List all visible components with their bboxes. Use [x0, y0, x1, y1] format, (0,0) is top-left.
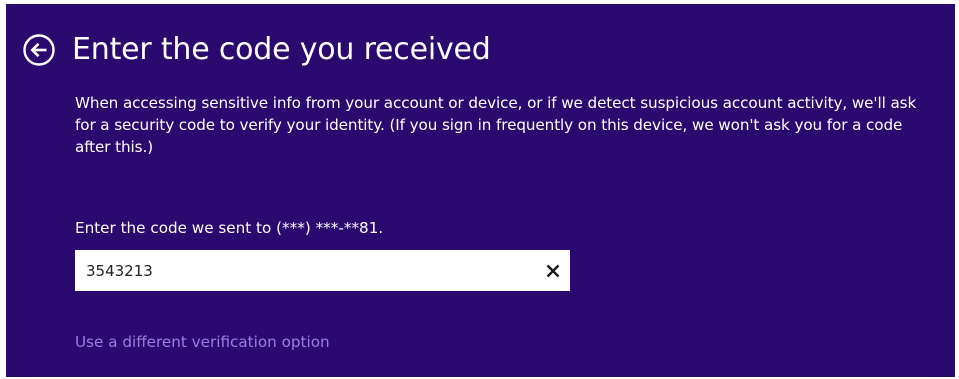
code-input[interactable] — [75, 250, 536, 291]
page-title: Enter the code you received — [72, 32, 491, 67]
code-field — [75, 250, 570, 291]
description-text: When accessing sensitive info from your … — [75, 94, 917, 156]
code-field-label: Enter the code we sent to (***) ***-**81… — [75, 219, 384, 237]
back-button[interactable] — [22, 33, 56, 67]
clear-button[interactable] — [536, 250, 570, 291]
close-x-icon — [546, 264, 560, 277]
different-verification-option-link[interactable]: Use a different verification option — [75, 331, 330, 353]
security-code-panel: Enter the code you received When accessi… — [6, 4, 955, 377]
header: Enter the code you received — [22, 28, 491, 72]
back-arrow-circle-icon — [23, 34, 55, 66]
